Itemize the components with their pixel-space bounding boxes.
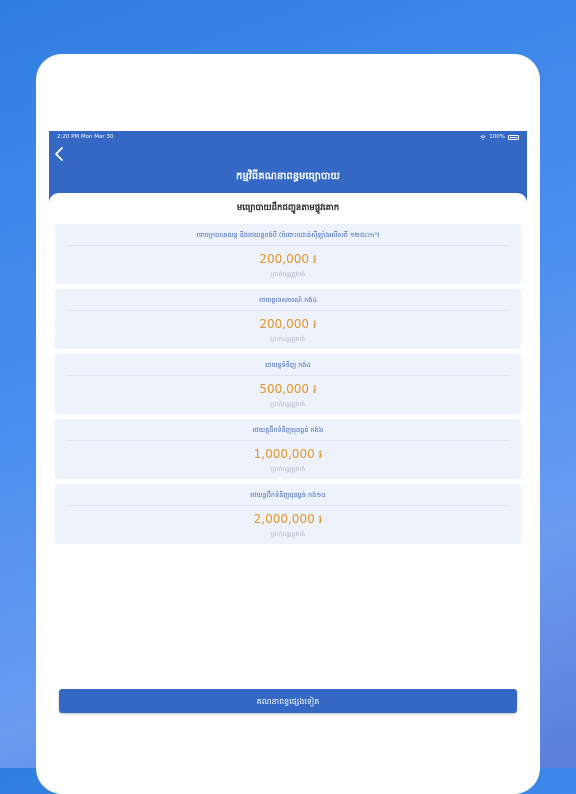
tax-amount: 200,000 ៛ (259, 317, 317, 331)
app-screen: 2:20 PM Mon Mar 30 100% កម្មវិធីគណនាពន្ធ… (49, 131, 527, 736)
tax-caption: ប្រាក់ពន្ធត្រូវបង់ (270, 271, 306, 278)
tax-caption: ប្រាក់ពន្ធត្រូវបង់ (270, 336, 306, 343)
tax-card: រថយន្តទេសចរណ៍ កង់៤ 200,000 ៛ ប្រាក់ពន្ធត… (55, 289, 521, 349)
vehicle-type-label: រថយន្តទំនិញ កង់៤ (265, 361, 311, 369)
tax-amount: 200,000 ៛ (259, 252, 317, 266)
tax-amount: 2,000,000 ៛ (253, 512, 323, 526)
vehicle-type-label: រថយន្តដឹកទំនិញធុនធ្ងន់ កង់៦ (252, 426, 324, 434)
card-divider (67, 505, 509, 506)
tax-card: ទោចក្រយានយន្ត និងរថយន្តកង់បី (ចំពោះបដាន់… (55, 224, 521, 284)
vehicle-type-label: រថយន្តទេសចរណ៍ កង់៤ (259, 296, 317, 304)
tax-card: រថយន្តទំនិញ កង់៤ 500,000 ៛ ប្រាក់ពន្ធត្រ… (55, 354, 521, 414)
status-time: 2:20 PM Mon Mar 30 (57, 134, 114, 140)
status-indicators: 100% (480, 134, 519, 140)
section-title: មធ្យោបាយដឹកជញ្ជូនតាមផ្លូវគោក (236, 203, 340, 213)
tax-card: រថយន្តដឹកទំនិញធុនធ្ងន់ កង់១០ 2,000,000 ៛… (55, 484, 521, 544)
tax-amount: 500,000 ៛ (259, 382, 317, 396)
battery-percent: 100% (489, 134, 505, 140)
vehicle-type-label: ទោចក្រយានយន្ត និងរថយន្តកង់បី (ចំពោះបដាន់… (196, 231, 380, 239)
tax-card: រថយន្តដឹកទំនិញធុនធ្ងន់ កង់៦ 1,000,000 ៛ … (55, 419, 521, 479)
page-title: កម្មវិធីគណនាពន្ធមធ្យោបាយ (236, 171, 340, 182)
tax-amount: 1,000,000 ៛ (253, 447, 323, 461)
content-sheet: មធ្យោបាយដឹកជញ្ជូនតាមផ្លូវគោក ទោចក្រយានយន… (49, 193, 527, 736)
vehicle-type-label: រថយន្តដឹកទំនិញធុនធ្ងន់ កង់១០ (250, 491, 326, 499)
card-divider (67, 375, 509, 376)
tax-caption: ប្រាក់ពន្ធត្រូវបង់ (270, 531, 306, 538)
tax-caption: ប្រាក់ពន្ធត្រូវបង់ (270, 401, 306, 408)
back-chevron-icon[interactable] (53, 146, 65, 162)
card-divider (67, 440, 509, 441)
tax-caption: ប្រាក់ពន្ធត្រូវបង់ (270, 466, 306, 473)
battery-icon (508, 134, 519, 140)
card-divider (67, 310, 509, 311)
wifi-icon (480, 134, 487, 140)
status-bar: 2:20 PM Mon Mar 30 100% (49, 131, 527, 143)
card-divider (67, 245, 509, 246)
calculate-other-tax-button[interactable]: គណនាពន្ធផ្សេងទៀត (59, 689, 517, 713)
